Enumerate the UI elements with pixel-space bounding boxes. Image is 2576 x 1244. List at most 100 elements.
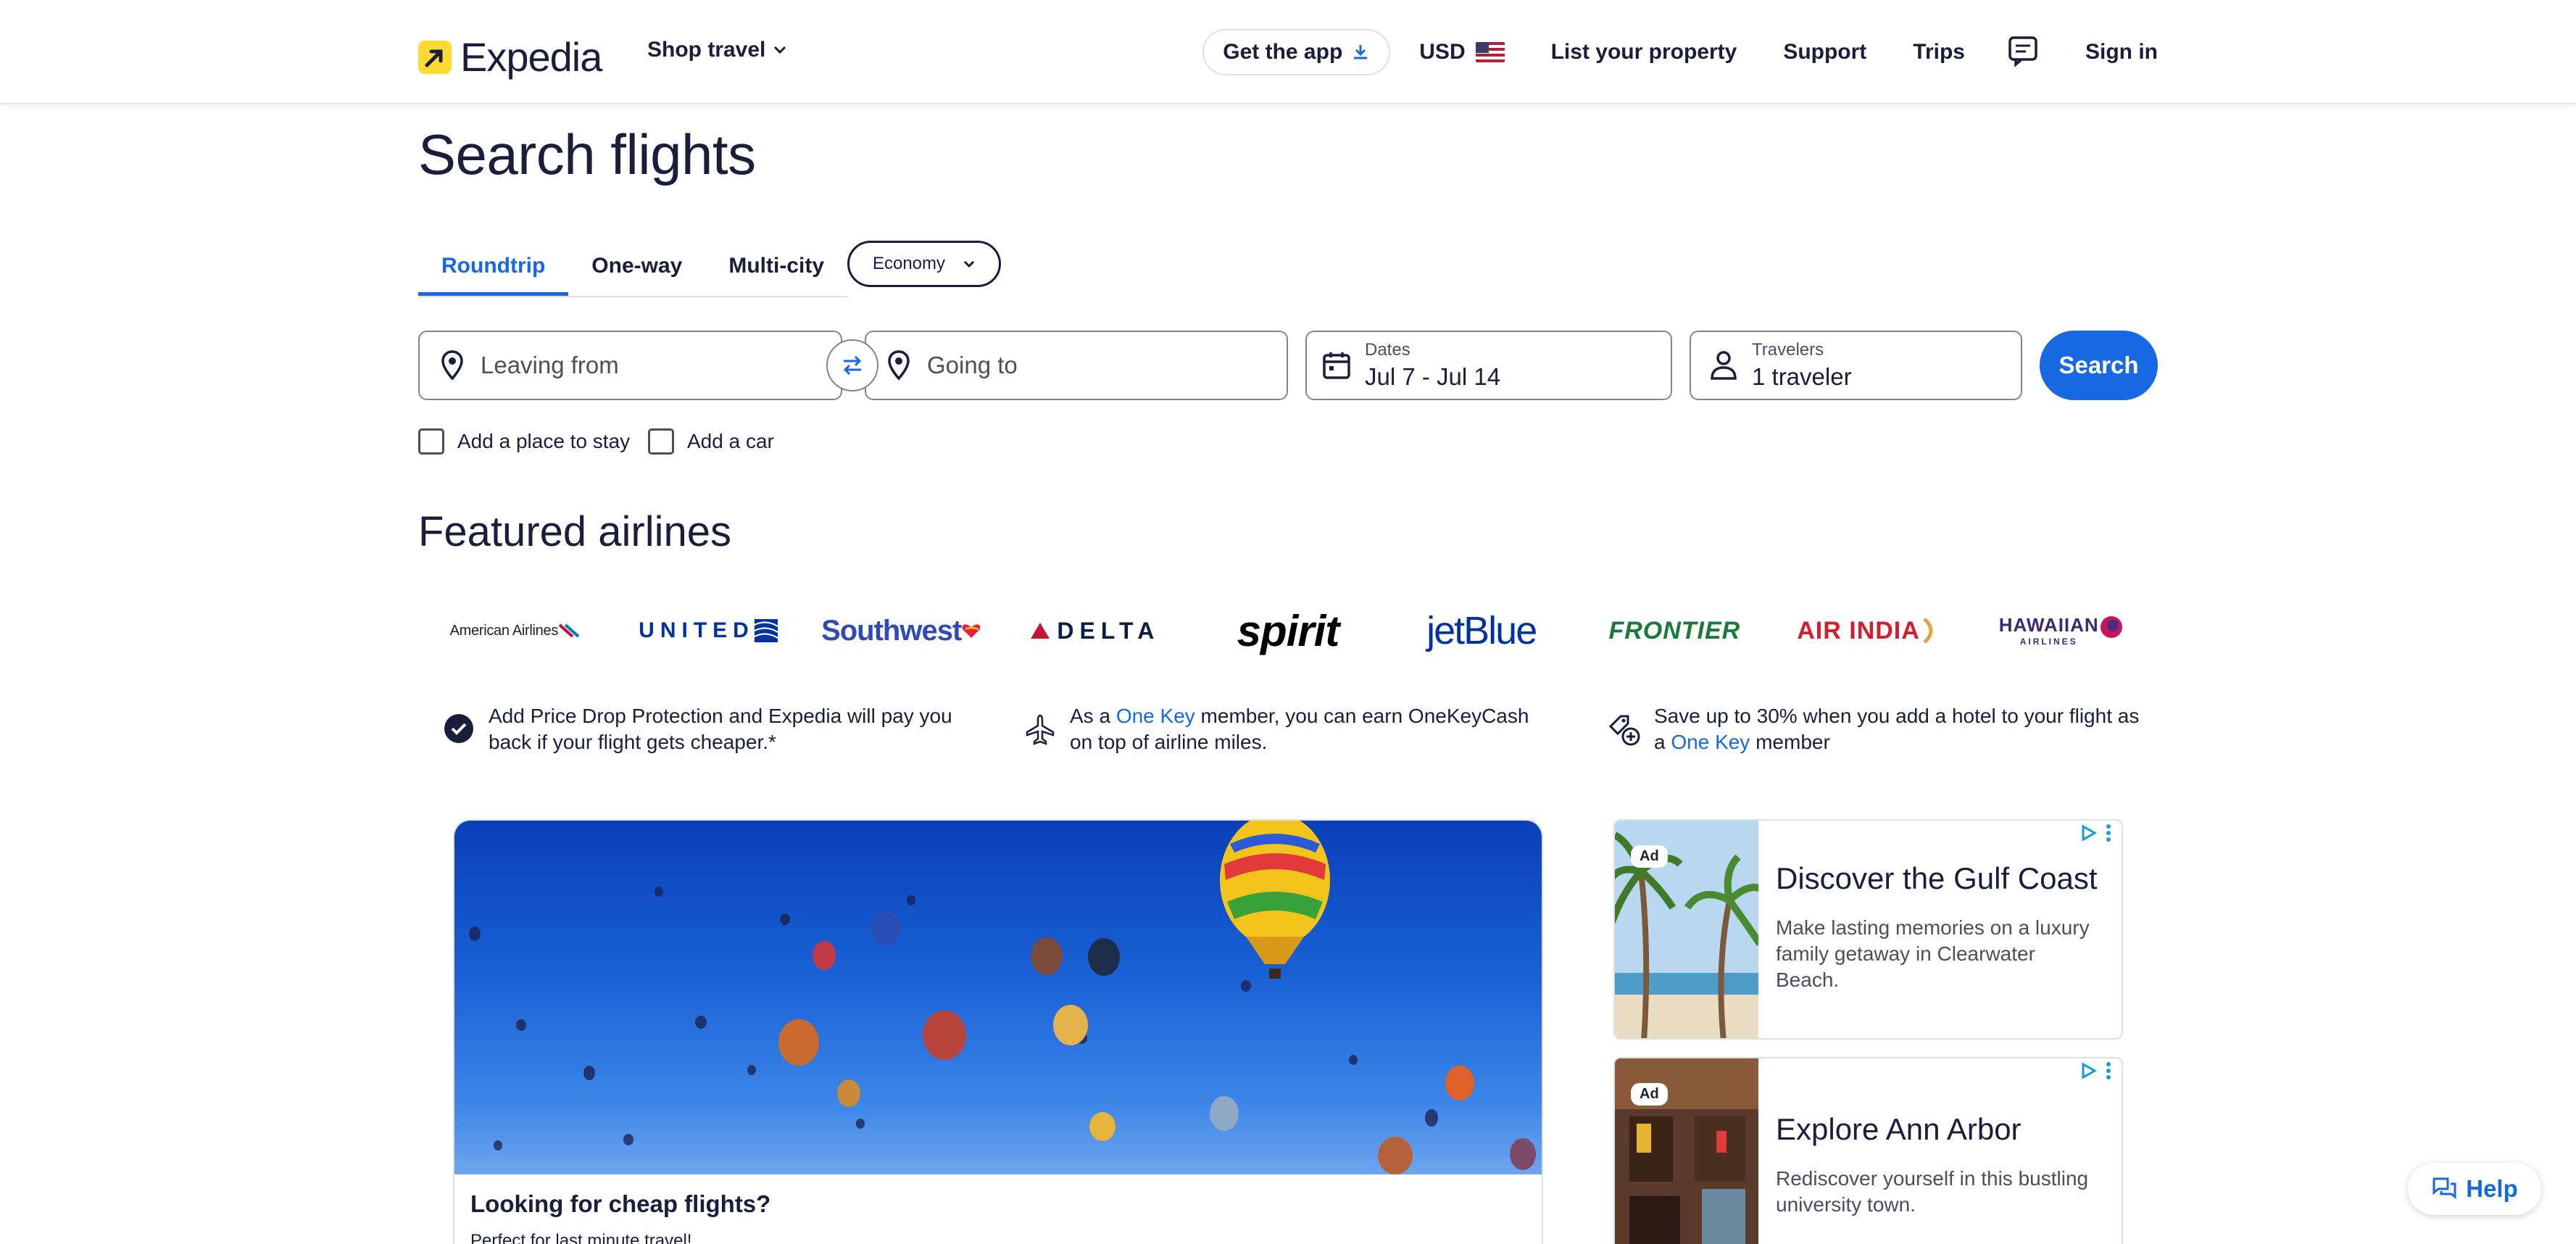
swap-icon bbox=[843, 355, 862, 376]
air-india-wheel-icon bbox=[1923, 618, 1933, 644]
travelers-label: Travelers bbox=[1752, 340, 1824, 360]
shop-travel-label: Shop travel bbox=[647, 38, 766, 62]
airplane-icon bbox=[1023, 703, 1057, 755]
messages-icon[interactable] bbox=[2007, 35, 2039, 70]
dates-label: Dates bbox=[1365, 340, 1410, 360]
travelers-field[interactable]: Travelers 1 traveler bbox=[1690, 331, 2022, 400]
add-stay-label: Add a place to stay bbox=[457, 430, 631, 452]
leaving-from-field[interactable]: Leaving from bbox=[418, 331, 842, 400]
price-drop-text: Add Price Drop Protection and Expedia wi… bbox=[489, 705, 952, 753]
airline-spirit[interactable]: spirit bbox=[1192, 594, 1385, 667]
united-logo: UNITED bbox=[639, 618, 755, 642]
ad-title: Explore Ann Arbor bbox=[1776, 1112, 2022, 1146]
hotel-savings-text: Save up to 30% when you add a hotel to y… bbox=[1654, 705, 2140, 753]
shop-travel-menu[interactable]: Shop travel bbox=[647, 38, 787, 62]
add-car-label: Add a car bbox=[687, 430, 774, 452]
support-link[interactable]: Support bbox=[1783, 40, 1866, 65]
person-icon bbox=[1707, 349, 1740, 381]
currency-selector[interactable]: USD bbox=[1419, 40, 1505, 65]
ad-body: Make lasting memories on a luxury family… bbox=[1776, 916, 2090, 991]
chevron-down-icon bbox=[774, 46, 786, 54]
ad-body: Rediscover yourself in this bustling uni… bbox=[1776, 1167, 2089, 1216]
ad-card-gulf-coast[interactable]: Ad Discover the Gulf Coast Make lasting … bbox=[1613, 819, 2123, 1040]
swap-locations-button[interactable] bbox=[826, 339, 878, 391]
going-to-field[interactable]: Going to bbox=[865, 331, 1288, 400]
help-label: Help bbox=[2466, 1175, 2518, 1202]
ad-title: Discover the Gulf Coast bbox=[1776, 861, 2098, 895]
airline-hawaiian[interactable]: HAWAIIAN AIRLINES bbox=[1964, 594, 2158, 667]
benefit-price-drop: Add Price Drop Protection and Expedia wi… bbox=[442, 703, 979, 755]
more-options-icon bbox=[2106, 824, 2111, 842]
ad-badge: Ad bbox=[1631, 845, 1668, 868]
airline-air-india[interactable]: AIR INDIA bbox=[1771, 594, 1965, 667]
get-app-label: Get the app bbox=[1223, 40, 1343, 64]
list-property-link[interactable]: List your property bbox=[1551, 40, 1737, 65]
location-pin-icon bbox=[882, 349, 915, 381]
checkbox[interactable] bbox=[648, 428, 674, 455]
airline-american[interactable]: American Airlines bbox=[418, 594, 612, 667]
help-button[interactable]: Help bbox=[2408, 1163, 2541, 1215]
more-options-icon bbox=[2106, 1062, 2111, 1079]
top-header: Expedia Shop travel Get the app USD List… bbox=[0, 0, 2576, 104]
ad-card-ann-arbor[interactable]: Ad Explore Ann Arbor Rediscover yourself… bbox=[1613, 1057, 2123, 1244]
airline-united[interactable]: UNITED bbox=[612, 594, 805, 667]
leaving-from-placeholder: Leaving from bbox=[481, 352, 619, 378]
tab-one-way[interactable]: One-way bbox=[568, 238, 705, 296]
tab-multi-city[interactable]: Multi-city bbox=[705, 238, 847, 296]
logo-text: Expedia bbox=[460, 34, 602, 80]
american-airlines-logo: American Airlines bbox=[449, 622, 559, 639]
southwest-logo: Southwest bbox=[821, 614, 962, 647]
american-airlines-eagle-icon bbox=[558, 623, 580, 638]
trips-link[interactable]: Trips bbox=[1913, 40, 1965, 65]
location-pin-icon bbox=[436, 349, 469, 381]
add-stay-checkbox[interactable]: Add a place to stay bbox=[418, 428, 630, 455]
chevron-down-icon bbox=[963, 260, 975, 268]
dates-value: Jul 7 - Jul 14 bbox=[1365, 363, 1501, 390]
delta-widget-icon bbox=[1031, 623, 1050, 639]
air-india-logo: AIR INDIA bbox=[1797, 616, 1920, 644]
tab-roundtrip[interactable]: Roundtrip bbox=[418, 238, 569, 296]
search-button[interactable]: Search bbox=[2040, 331, 2158, 400]
united-globe-icon bbox=[754, 619, 778, 642]
expedia-logo[interactable]: Expedia bbox=[418, 33, 602, 80]
page-title: Search flights bbox=[418, 123, 756, 186]
ad-choices-icon bbox=[2082, 824, 2097, 842]
dates-field[interactable]: Dates Jul 7 - Jul 14 bbox=[1305, 331, 1672, 400]
going-to-placeholder: Going to bbox=[927, 352, 1018, 378]
add-car-checkbox[interactable]: Add a car bbox=[648, 428, 774, 455]
delta-logo: DELTA bbox=[1057, 617, 1160, 644]
add-hotel-tag-icon bbox=[1608, 703, 1641, 755]
spirit-logo: spirit bbox=[1237, 606, 1340, 655]
one-key-link[interactable]: One Key bbox=[1671, 731, 1750, 753]
one-key-cash-text: As a One Key member, you can earn OneKey… bbox=[1070, 705, 1529, 753]
chat-bubbles-icon bbox=[2432, 1177, 2456, 1200]
cheap-flights-subtitle: Perfect for last minute travel! bbox=[470, 1231, 692, 1244]
cheap-flights-card[interactable]: Looking for cheap flights? Perfect for l… bbox=[453, 819, 1543, 1244]
expedia-logo-icon bbox=[418, 40, 452, 74]
ad-choices-icon bbox=[2082, 1062, 2097, 1079]
airline-delta[interactable]: DELTA bbox=[998, 594, 1192, 667]
airline-jetblue[interactable]: jetBlue bbox=[1384, 594, 1578, 667]
one-key-link[interactable]: One Key bbox=[1116, 705, 1195, 727]
featured-airlines-heading: Featured airlines bbox=[418, 508, 731, 555]
airline-logos-row: American Airlines UNITED Southwest DELTA… bbox=[418, 594, 2158, 667]
southwest-heart-icon bbox=[962, 624, 981, 638]
hawaiian-logo: HAWAIIAN AIRLINES bbox=[1998, 614, 2099, 647]
benefit-hotel-savings: Save up to 30% when you add a hotel to y… bbox=[1608, 703, 2144, 755]
hawaiian-pualani-icon bbox=[2100, 616, 2122, 638]
ad-choices[interactable] bbox=[2081, 824, 2111, 842]
airline-southwest[interactable]: Southwest bbox=[805, 594, 998, 667]
cabin-class-label: Economy bbox=[872, 254, 946, 273]
sign-in-link[interactable]: Sign in bbox=[2085, 40, 2158, 65]
trip-type-tabs: Roundtrip One-way Multi-city bbox=[418, 238, 848, 297]
checkbox[interactable] bbox=[418, 428, 444, 455]
travelers-value: 1 traveler bbox=[1752, 363, 1852, 390]
ad-choices[interactable] bbox=[2081, 1061, 2111, 1080]
get-app-button[interactable]: Get the app bbox=[1202, 29, 1391, 75]
airline-frontier[interactable]: FRONTIER bbox=[1578, 594, 1771, 667]
cheap-flights-title: Looking for cheap flights? bbox=[470, 1190, 771, 1217]
cabin-class-dropdown[interactable]: Economy bbox=[847, 241, 1001, 287]
benefit-one-key-cash: As a One Key member, you can earn OneKey… bbox=[1023, 703, 1545, 755]
hot-air-balloons-image bbox=[454, 821, 1542, 1174]
download-icon bbox=[1354, 45, 1368, 59]
